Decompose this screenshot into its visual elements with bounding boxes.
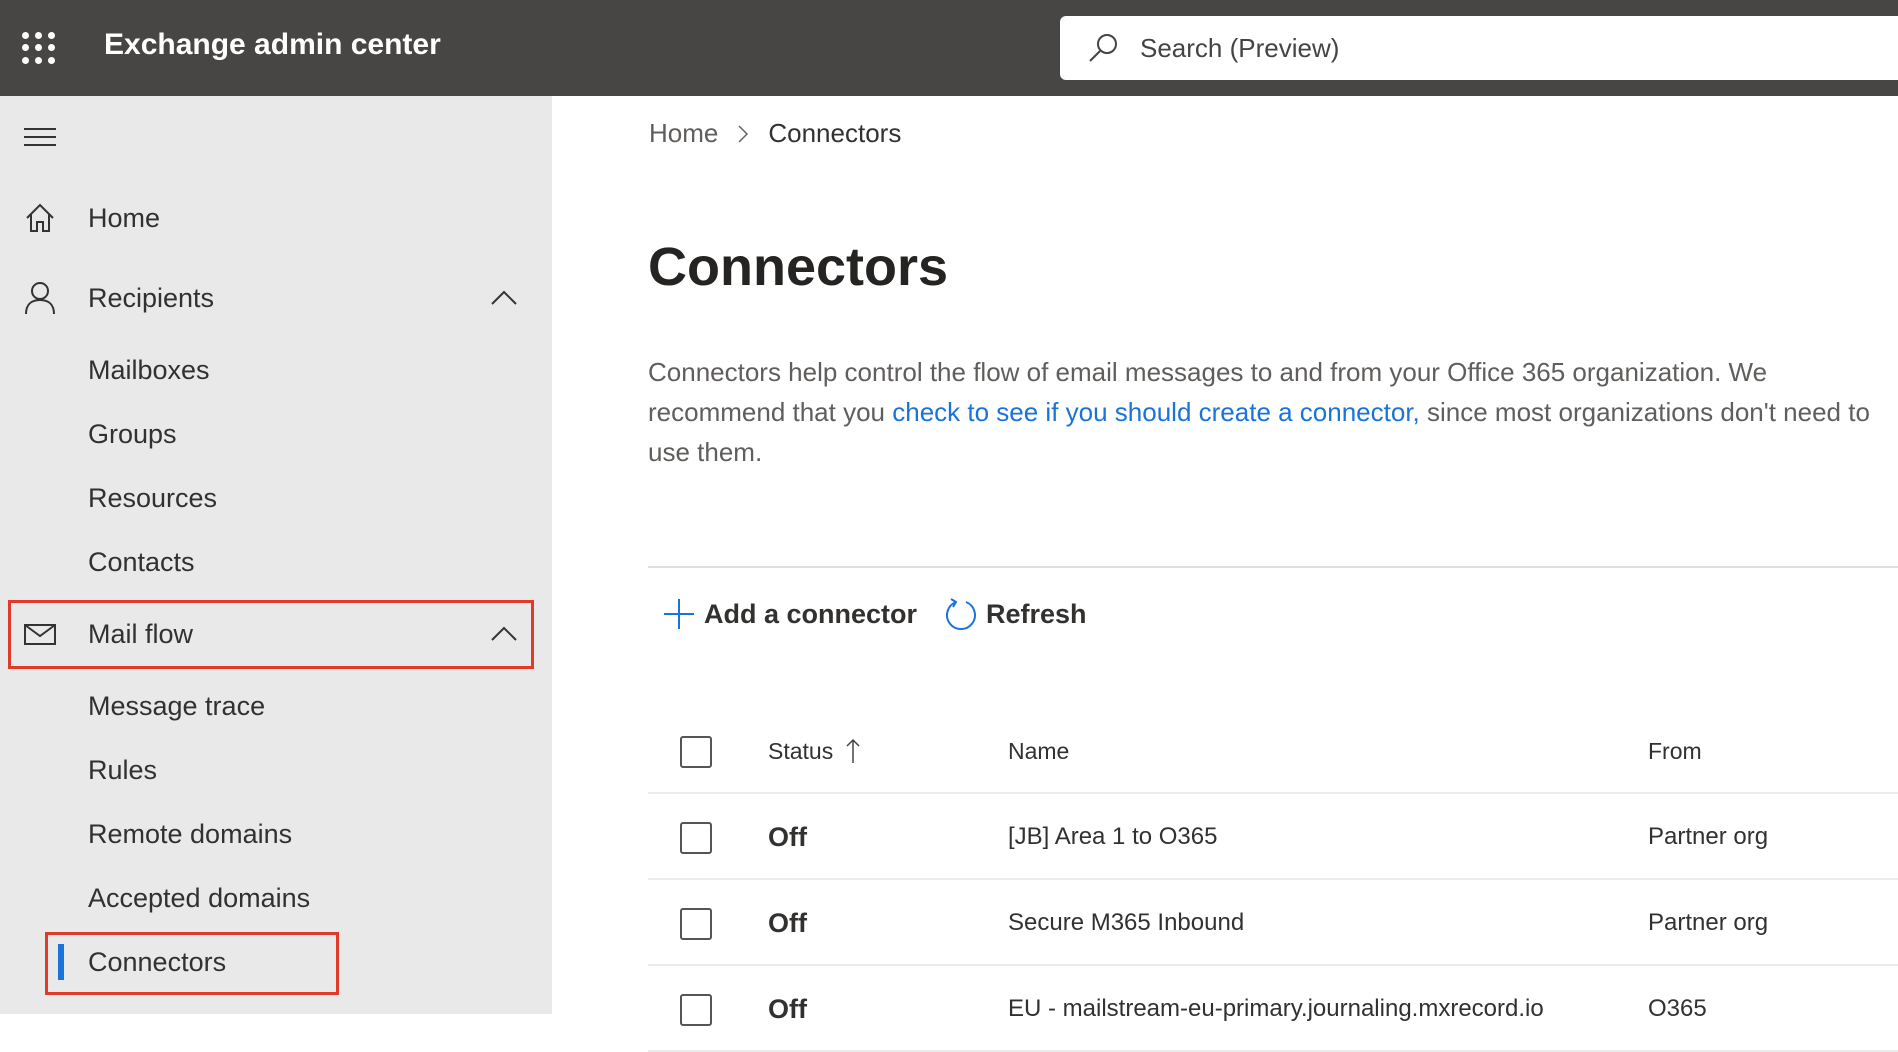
page-title: Connectors <box>648 237 949 297</box>
sidebar-item-groups[interactable]: Groups <box>0 406 552 462</box>
add-connector-label: Add a connector <box>704 598 918 629</box>
sidebar-item-label: Mailboxes <box>88 354 210 385</box>
breadcrumb-current: Connectors <box>768 118 902 148</box>
table-header: Status Name From <box>648 708 1898 794</box>
status-cell: Off <box>768 993 807 1024</box>
add-connector-button[interactable]: Add a connector <box>662 592 917 636</box>
sidebar-item-resources[interactable]: Resources <box>0 470 552 526</box>
select-all-checkbox[interactable] <box>680 736 712 768</box>
status-cell: Off <box>768 907 807 938</box>
divider <box>648 566 1898 568</box>
row-checkbox[interactable] <box>680 994 712 1026</box>
sidebar-item-remote-domains[interactable]: Remote domains <box>0 806 552 862</box>
person-icon <box>25 282 55 315</box>
refresh-button[interactable]: Refresh <box>944 592 1087 636</box>
top-bar: Exchange admin center Search (Preview) <box>0 0 1898 96</box>
from-cell: O365 <box>1648 995 1707 1022</box>
sidebar-item-label: Remote domains <box>88 818 293 849</box>
status-cell: Off <box>768 821 807 852</box>
create-connector-help-link[interactable]: check to see if you should create a conn… <box>892 397 1420 427</box>
name-cell[interactable]: EU - mailstream-eu-primary.journaling.mx… <box>1008 966 1544 1052</box>
from-cell: Partner org <box>1648 909 1769 936</box>
row-checkbox[interactable] <box>680 908 712 940</box>
sidebar-item-mailboxes[interactable]: Mailboxes <box>0 342 552 398</box>
breadcrumb-home[interactable]: Home <box>649 118 718 149</box>
sidebar-item-rules[interactable]: Rules <box>0 742 552 798</box>
chevron-right-icon <box>738 124 749 143</box>
column-header-status[interactable]: Status <box>768 708 863 794</box>
highlight-box <box>8 600 534 669</box>
chevron-up-icon[interactable] <box>490 288 518 308</box>
sidebar-item-label: Resources <box>88 482 218 513</box>
row-checkbox[interactable] <box>680 822 712 854</box>
refresh-label: Refresh <box>986 598 1087 629</box>
hamburger-menu-icon[interactable] <box>24 126 56 148</box>
name-cell[interactable]: Secure M365 Inbound <box>1008 880 1244 966</box>
refresh-icon <box>946 598 976 630</box>
search-icon <box>1089 34 1117 62</box>
sidebar-item-home[interactable]: Home <box>0 190 552 246</box>
sidebar-item-label: Groups <box>88 418 177 449</box>
app-title: Exchange admin center <box>104 28 441 61</box>
home-icon <box>26 203 54 232</box>
sidebar-item-label: Home <box>88 202 161 233</box>
table-row[interactable]: Off EU - mailstream-eu-primary.journalin… <box>648 966 1898 1052</box>
sidebar-item-message-trace[interactable]: Message trace <box>0 678 552 734</box>
sidebar-item-recipients[interactable]: Recipients <box>0 270 552 326</box>
from-cell: Partner org <box>1648 823 1769 850</box>
plus-icon <box>664 599 694 629</box>
highlight-box <box>45 932 339 995</box>
search-input[interactable]: Search (Preview) <box>1060 16 1898 80</box>
sidebar-item-label: Rules <box>88 754 158 785</box>
sidebar-item-label: Contacts <box>88 546 195 577</box>
name-cell[interactable]: [JB] Area 1 to O365 <box>1008 794 1217 880</box>
sidebar-item-label: Message trace <box>88 690 266 721</box>
sidebar-item-accepted-domains[interactable]: Accepted domains <box>0 870 552 926</box>
sidebar-item-contacts[interactable]: Contacts <box>0 534 552 590</box>
search-placeholder: Search (Preview) <box>1140 32 1340 63</box>
page-description: Connectors help control the flow of emai… <box>648 352 1888 472</box>
app-launcher-icon[interactable] <box>22 32 56 64</box>
sort-ascending-icon <box>846 738 860 763</box>
table-row[interactable]: Off Secure M365 Inbound Partner org <box>648 880 1898 966</box>
column-header-name[interactable]: Name <box>1008 708 1069 794</box>
breadcrumb: Home Connectors <box>649 118 901 149</box>
sidebar-item-label: Accepted domains <box>88 882 311 913</box>
sidebar-item-label: Recipients <box>88 282 215 313</box>
column-header-from[interactable]: From <box>1648 708 1702 794</box>
table-row[interactable]: Off [JB] Area 1 to O365 Partner org <box>648 794 1898 880</box>
